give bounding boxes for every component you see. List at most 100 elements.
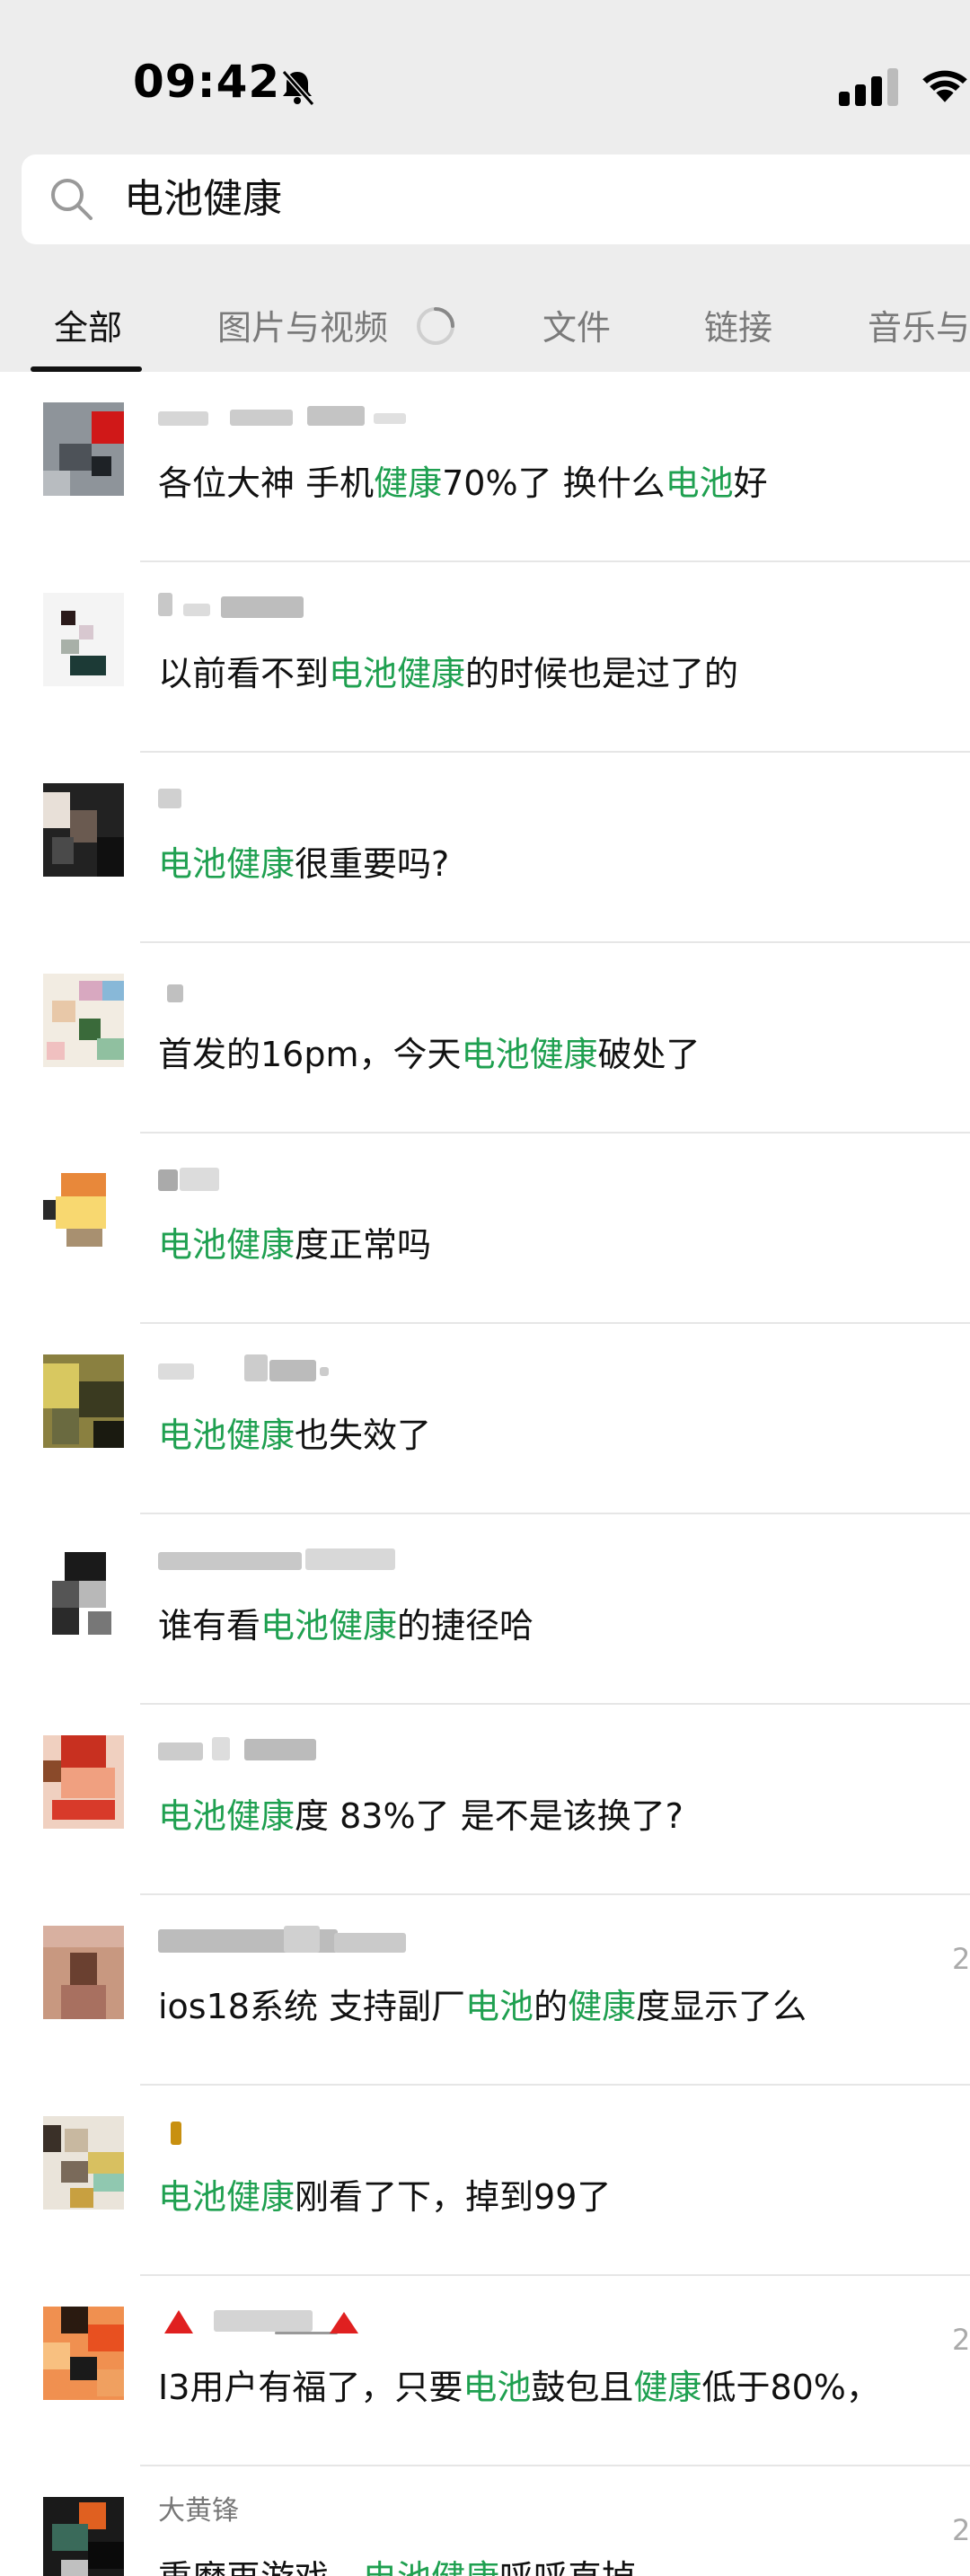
warning-triangle-icon [164,2310,193,2333]
highlighted-keyword: 电池 [463,2368,532,2407]
result-row[interactable]: 首发的16pm，今天电池健康破处了 [0,943,970,1134]
message-text: 低于80%， [701,2368,880,2407]
highlighted-keyword: 电池健康 [363,2558,499,2576]
header: 09:42 电池健康 全部 图片与视频 文件 链接 音乐与 [0,0,970,372]
message-snippet: ios18系统 支持副厂电池的健康度显示了么 [158,1981,807,2032]
message-snippet: 各位大神 手机健康70%了 换什么电池好 [158,458,768,508]
message-snippet: 电池健康也失效了 [158,1410,431,1460]
message-date: 2 [952,1942,970,1976]
message-snippet: 首发的16pm，今天电池健康破处了 [158,1029,701,1080]
message-text: 度显示了么 [636,1987,807,2026]
message-text: ios18系统 支持副厂 [158,1987,466,2026]
avatar [43,593,124,686]
tab-all[interactable]: 全部 [54,296,122,359]
message-text: 的捷径哈 [397,1606,534,1645]
result-row[interactable]: 大黄锋 重磨再游戏，电池健康呼呼直掉 2 [0,2466,970,2576]
message-date: 2 [952,2323,970,2357]
message-text: 也失效了 [295,1416,432,1455]
highlighted-keyword: 电池健康 [329,654,466,693]
avatar [43,2497,124,2576]
avatar [43,1545,124,1638]
search-input[interactable]: 电池健康 [124,171,282,228]
highlighted-keyword: 电池健康 [158,844,295,884]
message-text: 好 [733,463,768,503]
message-text: 重磨再游戏， [158,2558,363,2576]
sender-name-redacted [158,2116,661,2147]
message-snippet: 以前看不到电池健康的时候也是过了的 [158,648,738,699]
avatar [43,1164,124,1257]
highlighted-keyword: 电池 [465,1987,534,2026]
message-text: 的 [534,1987,569,2026]
result-row[interactable]: 电池健康也失效了 [0,1324,970,1514]
highlighted-keyword: 电池健康 [158,1225,295,1265]
highlighted-keyword: 电池健康 [158,1796,295,1836]
message-snippet: 谁有看电池健康的捷径哈 [158,1601,534,1651]
tab-media[interactable]: 图片与视频 [217,296,388,359]
message-text: I3用户有福了，只要 [158,2368,463,2407]
sender-name-redacted [158,1545,661,1575]
message-snippet: 重磨再游戏，电池健康呼呼直掉 [158,2553,636,2576]
mute-bell-icon [281,70,315,106]
highlighted-keyword: 电池健康 [158,2177,295,2217]
result-row[interactable]: 谁有看电池健康的捷径哈 [0,1514,970,1705]
message-text: 首发的16pm，今天 [158,1035,462,1074]
highlighted-keyword: 健康 [374,463,443,503]
result-row[interactable]: I3用户有福了，只要电池鼓包且健康低于80%， 2 [0,2276,970,2466]
avatar [43,1354,124,1448]
message-text: 各位大神 手机 [158,463,375,503]
tab-files[interactable]: 文件 [542,296,611,359]
avatar [43,974,124,1067]
status-time: 09:42 [133,56,281,108]
sender-name-redacted [158,593,661,623]
warning-triangle-icon [330,2312,358,2333]
message-text: 的时候也是过了的 [465,654,739,693]
result-row[interactable]: 电池健康刚看了下，掉到99了 [0,2086,970,2276]
message-text: 破处了 [597,1035,701,1074]
avatar [43,2116,124,2210]
result-row[interactable]: 电池健康很重要吗? [0,753,970,943]
sender-name-redacted [158,1354,661,1385]
result-row[interactable]: 电池健康度正常吗 [0,1134,970,1324]
message-snippet: 电池健康度 83%了 是不是该换了? [158,1791,683,1841]
result-row[interactable]: ios18系统 支持副厂电池的健康度显示了么 2 [0,1895,970,2086]
message-text: 刚看了下，掉到99了 [295,2177,612,2217]
sender-name-redacted [158,1735,661,1766]
filter-tabs: 全部 图片与视频 文件 链接 音乐与 [0,296,970,372]
highlighted-keyword: 电池健康 [461,1035,598,1074]
avatar [43,1735,124,1829]
message-text: 以前看不到 [158,654,330,693]
search-results-list: 各位大神 手机健康70%了 换什么电池好 以前看不到电池健康的时候也是过了的 电… [0,372,970,2576]
highlighted-keyword: 健康 [633,2368,702,2407]
message-text: 度正常吗 [295,1225,432,1265]
sender-name-redacted [158,402,661,433]
highlighted-keyword: 电池健康 [158,1416,295,1455]
result-row[interactable]: 以前看不到电池健康的时候也是过了的 [0,562,970,753]
result-row[interactable]: 电池健康度 83%了 是不是该换了? [0,1705,970,1895]
highlighted-keyword: 电池健康 [260,1606,398,1645]
avatar [43,2307,124,2400]
tab-music[interactable]: 音乐与 [868,296,970,359]
message-snippet: I3用户有福了，只要电池鼓包且健康低于80%， [158,2362,880,2413]
message-snippet: 电池健康刚看了下，掉到99了 [158,2172,611,2222]
result-row[interactable]: 各位大神 手机健康70%了 换什么电池好 [0,372,970,562]
search-bar[interactable]: 电池健康 [22,154,970,244]
sender-name-redacted [158,783,661,814]
sender-name-redacted [158,1164,661,1195]
message-text: 谁有看 [158,1606,261,1645]
message-text: 很重要吗? [295,844,450,884]
search-icon [51,179,93,220]
message-snippet: 电池健康很重要吗? [158,839,449,889]
loading-spinner-icon [417,307,454,345]
cellular-signal-icon [839,68,898,106]
avatar [43,1926,124,2019]
status-bar: 09:42 [0,0,970,153]
wifi-icon [922,70,967,102]
sender-name-redacted [158,974,661,1004]
message-text: 度 83%了 是不是该换了? [295,1796,683,1836]
sender-name-redacted [158,2307,661,2337]
avatar [43,402,124,496]
message-text: 呼呼直掉 [499,2558,636,2576]
tab-links[interactable]: 链接 [704,296,772,359]
message-snippet: 电池健康度正常吗 [158,1220,431,1270]
highlighted-keyword: 电池 [665,463,734,503]
